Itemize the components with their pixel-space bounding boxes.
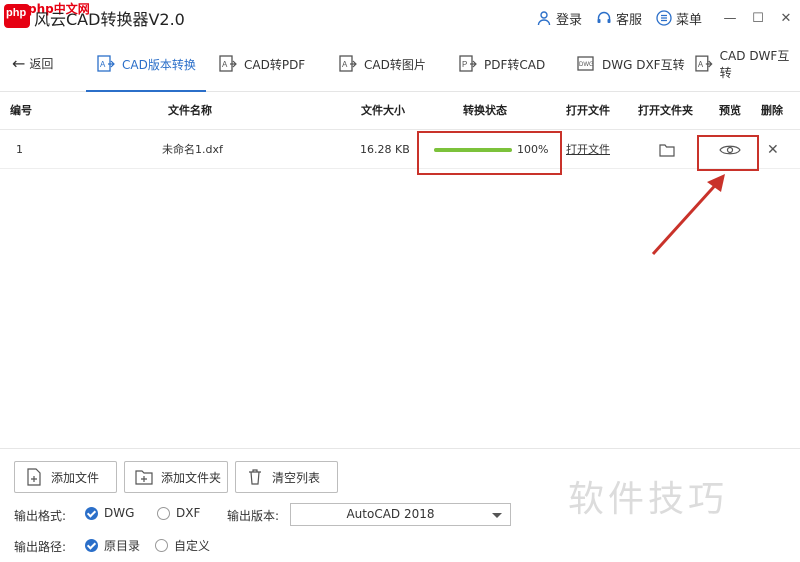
add-file-icon xyxy=(27,468,41,486)
radio-checked-icon xyxy=(85,539,98,552)
tab-pdf-to-cad[interactable]: P PDF转CAD xyxy=(458,36,545,92)
add-folder-label: 添加文件夹 xyxy=(161,470,222,485)
service-button[interactable]: 客服 xyxy=(596,9,642,28)
path-radio-custom[interactable]: 自定义 xyxy=(155,537,210,554)
login-label: 登录 xyxy=(555,12,582,28)
clear-list-label: 清空列表 xyxy=(272,470,321,485)
open-file-link[interactable]: 打开文件 xyxy=(566,131,610,169)
headset-icon xyxy=(597,11,611,23)
add-file-button[interactable]: 添加文件 xyxy=(14,461,117,493)
column-status: 转换状态 xyxy=(463,104,507,117)
file-convert-icon: A xyxy=(97,55,115,72)
svg-text:A: A xyxy=(342,60,348,69)
svg-text:P: P xyxy=(462,60,467,69)
user-icon xyxy=(537,11,551,26)
file-convert-icon: A xyxy=(219,55,237,72)
svg-text:DWG: DWG xyxy=(579,62,594,68)
delete-icon[interactable]: ✕ xyxy=(767,131,779,169)
add-folder-icon xyxy=(135,470,153,485)
column-open-folder: 打开文件夹 xyxy=(638,104,693,117)
row-file-name: 未命名1.dxf xyxy=(162,143,223,156)
maximize-button[interactable]: ☐ xyxy=(744,0,772,36)
svg-text:A: A xyxy=(222,60,228,69)
folder-icon[interactable] xyxy=(659,143,675,157)
tab-dwg-dxf[interactable]: DWG DWG DXF互转 xyxy=(576,36,685,92)
tab-cad-to-image[interactable]: A CAD转图片 xyxy=(338,36,426,92)
file-convert-icon: A xyxy=(339,55,357,72)
pdf-file-icon: P xyxy=(459,55,477,72)
svg-text:A: A xyxy=(100,60,106,69)
output-format-label: 输出格式: xyxy=(14,509,67,523)
output-version-select[interactable]: AutoCAD 2018 xyxy=(290,503,511,526)
tab-label: DWG DXF互转 xyxy=(602,57,685,72)
tab-label: CAD转PDF xyxy=(244,57,306,72)
preview-highlight-box xyxy=(697,135,759,171)
bottom-watermark: 软件技巧 xyxy=(568,479,729,520)
menu-label: 菜单 xyxy=(675,12,702,28)
select-value: AutoCAD 2018 xyxy=(346,507,435,521)
maximize-icon: ☐ xyxy=(752,10,764,26)
menu-icon xyxy=(656,10,672,26)
radio-label: 自定义 xyxy=(174,539,211,553)
add-file-label: 添加文件 xyxy=(51,470,100,485)
column-delete: 删除 xyxy=(761,104,783,117)
row-index: 1 xyxy=(16,143,23,156)
tab-cad-dwf[interactable]: A CAD DWF互转 xyxy=(694,36,800,92)
back-label: 返回 xyxy=(29,57,54,71)
clear-list-button[interactable]: 清空列表 xyxy=(235,461,338,493)
add-folder-button[interactable]: 添加文件夹 xyxy=(124,461,228,493)
login-button[interactable]: 登录 xyxy=(536,9,582,28)
title-bar: php php中文网 风云CAD转换器V2.0 登录 客服 菜单 — ☐ ✕ xyxy=(0,0,800,36)
radio-unchecked-icon xyxy=(155,539,168,552)
column-preview: 预览 xyxy=(719,104,741,117)
radio-checked-icon xyxy=(85,506,98,520)
close-window-button[interactable]: ✕ xyxy=(772,0,800,36)
close-icon: ✕ xyxy=(780,10,792,26)
service-label: 客服 xyxy=(615,12,642,28)
file-convert-icon: A xyxy=(695,55,713,72)
tab-label: PDF转CAD xyxy=(484,57,546,72)
back-arrow-icon: ← xyxy=(12,54,26,73)
output-path-label: 输出路径: xyxy=(14,540,67,554)
radio-label: DXF xyxy=(176,506,201,520)
file-table-header: 编号 文件名称 文件大小 转换状态 打开文件 打开文件夹 预览 删除 xyxy=(0,92,800,130)
column-file-size: 文件大小 xyxy=(361,104,405,117)
minimize-button[interactable]: — xyxy=(716,0,744,36)
tab-label: CAD版本转换 xyxy=(122,57,196,72)
format-radio-dwg[interactable]: DWG xyxy=(85,506,134,520)
tab-cad-version[interactable]: A CAD版本转换 xyxy=(86,36,206,92)
table-row[interactable]: 1 未命名1.dxf 16.28 KB 100% 打开文件 ✕ xyxy=(0,131,800,169)
svg-text:A: A xyxy=(698,60,704,69)
path-radio-original[interactable]: 原目录 xyxy=(85,537,140,554)
chevron-down-icon xyxy=(492,513,502,518)
radio-label: DWG xyxy=(104,506,135,520)
radio-label: 原目录 xyxy=(104,539,141,553)
dwg-file-icon: DWG xyxy=(577,56,594,71)
status-highlight-box xyxy=(417,131,562,175)
back-button[interactable]: ← 返回 xyxy=(12,54,53,73)
column-open-file: 打开文件 xyxy=(566,104,610,117)
tab-label: CAD DWF互转 xyxy=(719,49,790,80)
tab-label: CAD转图片 xyxy=(364,57,426,72)
output-version-label: 输出版本: xyxy=(227,509,280,523)
format-radio-dxf[interactable]: DXF xyxy=(157,506,200,520)
menu-button[interactable]: 菜单 xyxy=(656,9,702,28)
tab-cad-to-pdf[interactable]: A CAD转PDF xyxy=(218,36,305,92)
trash-icon xyxy=(249,469,261,485)
row-file-size: 16.28 KB xyxy=(360,143,410,156)
app-logo: php xyxy=(4,4,30,28)
minimize-icon: — xyxy=(723,10,737,26)
column-index: 编号 xyxy=(10,104,32,117)
column-file-name: 文件名称 xyxy=(168,104,212,117)
annotation-arrow xyxy=(651,174,725,256)
app-title: 风云CAD转换器V2.0 xyxy=(34,10,185,29)
function-tabs: ← 返回 A CAD版本转换 A CAD转PDF A CAD转图片 P PDF转… xyxy=(0,36,800,92)
radio-unchecked-icon xyxy=(157,506,170,520)
